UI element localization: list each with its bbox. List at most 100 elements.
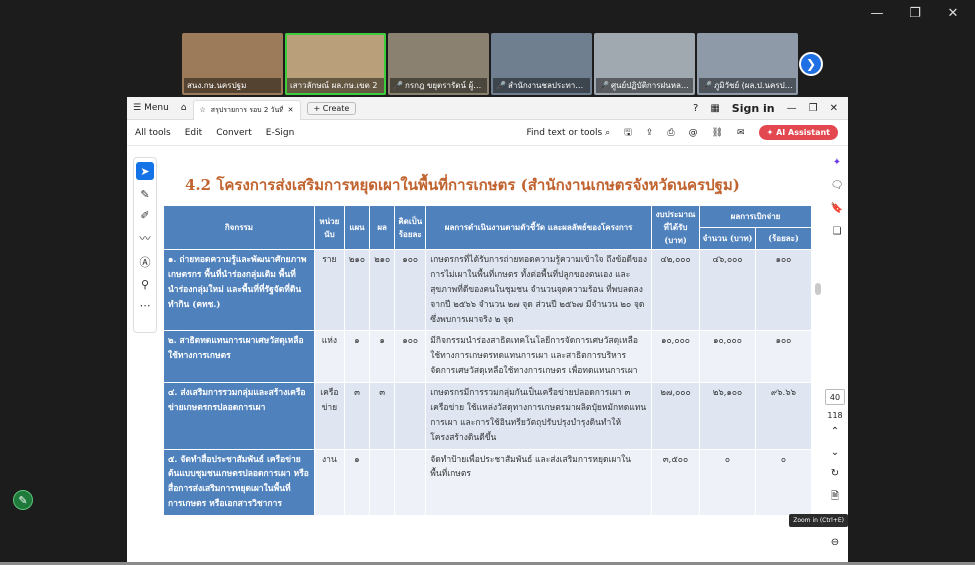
participant-tile[interactable]: สนง.กษ.นครปฐม bbox=[182, 33, 283, 95]
header-percent: คิดเป็นร้อยละ bbox=[394, 205, 427, 250]
acrobat-toolbar: All tools Edit Convert E-Sign Find text or … bbox=[127, 120, 848, 146]
close-icon[interactable]: ✕ bbox=[945, 6, 961, 21]
cell-activity: ๑. ถ่ายทอดความรู้และพัฒนาศักยภาพเกษตรกร … bbox=[163, 248, 315, 332]
participant-name: 🎤ศูนย์ปฏิบัติการฝนหลวงภ... bbox=[596, 78, 693, 93]
toolbar-menu-item[interactable]: Edit bbox=[185, 128, 202, 138]
cell-budget: ๔๒,๐๐๐ bbox=[651, 248, 701, 332]
chevron-down-icon[interactable]: ⌄ bbox=[831, 447, 839, 458]
save-icon[interactable]: 🖫 bbox=[624, 125, 632, 141]
menu-button[interactable]: ☰ Menu bbox=[127, 103, 175, 113]
cell-plan: ๑ bbox=[343, 448, 371, 516]
sign-in-button[interactable]: Sign in bbox=[732, 102, 775, 115]
find-label: Find text or tools bbox=[526, 127, 603, 138]
toolbar-menu-item[interactable]: E-Sign bbox=[266, 128, 295, 138]
participant-tile[interactable]: 🎤ศูนย์ปฏิบัติการฝนหลวงภ... bbox=[594, 33, 695, 95]
close-tab-icon[interactable]: ✕ bbox=[288, 106, 294, 114]
find-tools-search[interactable]: Find text or tools ⌕ bbox=[527, 128, 611, 138]
stamp-tool-icon[interactable]: ⚲ bbox=[141, 278, 149, 291]
zoom-out-icon[interactable]: ⊖ bbox=[831, 537, 839, 548]
cell-result: ๓ bbox=[369, 382, 396, 450]
cell-unit: งาน bbox=[313, 448, 345, 516]
pages-panel-icon[interactable]: ❏ bbox=[833, 226, 842, 237]
participant-tile[interactable]: เสาวลักษณ์ ผล.กษ.เขต 2 bbox=[285, 33, 386, 95]
document-title: 4.2 โครงการส่งเสริมการหยุดเผาในพื้นที่กา… bbox=[185, 176, 740, 194]
pen-icon: ✎ bbox=[18, 493, 28, 507]
hamburger-icon: ☰ bbox=[133, 103, 142, 113]
create-button[interactable]: + Create bbox=[306, 101, 357, 115]
restore-icon[interactable]: ❐ bbox=[809, 103, 818, 114]
chevron-up-icon[interactable]: ⌃ bbox=[831, 426, 839, 437]
share-icon[interactable]: @ bbox=[689, 128, 698, 138]
upload-icon[interactable]: ⇪ bbox=[646, 128, 654, 138]
more-tools-icon[interactable]: ⋯ bbox=[140, 299, 151, 312]
cell-outcome: มีกิจกรรมนำร่องสาธิตเทคโนโลยีการจัดการเศ… bbox=[425, 330, 653, 383]
minimize-icon[interactable]: — bbox=[869, 6, 885, 21]
home-icon: ⌂ bbox=[180, 103, 187, 113]
participant-name-text: กรกฎ ขยุตรารัตน์ ผู้ตรวจร... bbox=[404, 81, 487, 90]
document-tab[interactable]: ☆ สรุปรายการ รอบ 2 วันที่ 6 ตค... ✕ bbox=[192, 99, 301, 120]
cell-percent: ๑๐๐ bbox=[394, 248, 427, 332]
comment-tool-icon[interactable]: ✎ bbox=[140, 188, 149, 201]
help-icon[interactable]: ? bbox=[693, 103, 698, 114]
annotate-pen-button[interactable]: ✎ bbox=[13, 490, 33, 510]
participant-tile[interactable]: 🎤กรกฎ ขยุตรารัตน์ ผู้ตรวจร... bbox=[388, 33, 489, 95]
cell-amount: ๔๖,๐๐๐ bbox=[699, 248, 756, 332]
cell-plan: ๓ bbox=[343, 382, 371, 450]
highlight-tool-icon[interactable]: ✐ bbox=[140, 209, 149, 222]
cell-percent bbox=[394, 382, 427, 450]
scrollbar-thumb[interactable] bbox=[815, 283, 821, 295]
table-row: ๒. สาธิตทดแทนการเผาเศษวัสดุเหลือใช้ทางกา… bbox=[163, 330, 812, 383]
muted-mic-icon: 🎤 bbox=[702, 81, 712, 90]
cell-amount: ๒๖,๑๐๐ bbox=[699, 382, 756, 450]
toolbar-menu-item[interactable]: Convert bbox=[216, 128, 252, 138]
select-tool-icon[interactable]: ➤ bbox=[136, 162, 154, 180]
header-result: ผล bbox=[369, 205, 396, 250]
page-total: 118 bbox=[827, 411, 843, 420]
acrobat-titlebar: ☰ Menu ⌂ ☆ สรุปรายการ รอบ 2 วันที่ 6 ตค.… bbox=[127, 97, 848, 120]
cell-budget: ๑๐,๐๐๐ bbox=[651, 330, 701, 383]
home-button[interactable]: ⌂ bbox=[175, 103, 193, 113]
refresh-icon[interactable]: ↻ bbox=[831, 468, 839, 479]
window-controls: — ❐ ✕ bbox=[869, 6, 961, 21]
header-amount: จำนวน (บาท) bbox=[699, 227, 756, 250]
cell-plan: ๑ bbox=[343, 330, 371, 383]
link-icon[interactable]: ⛓ bbox=[712, 128, 723, 138]
muted-mic-icon: 🎤 bbox=[599, 81, 609, 90]
next-participants-button[interactable]: ❯ bbox=[799, 52, 823, 76]
shared-screen: ☰ Menu ⌂ ☆ สรุปรายการ รอบ 2 วันที่ 6 ตค.… bbox=[127, 97, 848, 563]
document-icon[interactable]: 🗎 bbox=[831, 489, 839, 506]
restore-icon[interactable]: ❐ bbox=[907, 6, 923, 21]
participant-name-text: เสาวลักษณ์ ผล.กษ.เขต 2 bbox=[290, 81, 378, 90]
apps-icon[interactable]: ▦ bbox=[710, 103, 719, 114]
participant-tile[interactable]: 🎤 ภูมิวัชย์ (ผล.ป.นครปฐม) bbox=[697, 33, 798, 95]
header-budget: งบประมาณที่ได้รับ (บาท) bbox=[651, 205, 701, 250]
toolbar-menu-item[interactable]: All tools bbox=[135, 128, 171, 138]
cell-activity: ๕. จัดทำสื่อประชาสัมพันธ์ เครือข่ายต้นแบ… bbox=[163, 448, 315, 516]
vertical-scrollbar[interactable] bbox=[814, 151, 822, 561]
mail-icon[interactable]: ✉ bbox=[737, 128, 745, 138]
print-icon[interactable]: ⎙ bbox=[667, 128, 674, 138]
header-plan: แผน bbox=[343, 205, 371, 250]
cell-amount: ๐ bbox=[699, 448, 756, 516]
ai-panel-icon[interactable]: ✦ bbox=[833, 157, 841, 168]
toolbar-menu: All tools Edit Convert E-Sign bbox=[127, 128, 294, 138]
cell-outcome: จัดทำป้ายเพื่อประชาสัมพันธ์ และส่งเสริมก… bbox=[425, 448, 653, 516]
menu-label: Menu bbox=[144, 103, 169, 113]
cell-result: ๒๑๐ bbox=[369, 248, 396, 332]
close-icon[interactable]: ✕ bbox=[830, 103, 838, 114]
cell-percent: ๑๐๐ bbox=[394, 330, 427, 383]
draw-tool-icon[interactable]: 〰 bbox=[140, 230, 151, 246]
participant-name: สนง.กษ.นครปฐม bbox=[184, 78, 281, 93]
star-icon[interactable]: ☆ bbox=[200, 106, 206, 114]
minimize-icon[interactable]: — bbox=[787, 103, 797, 114]
comments-panel-icon[interactable]: 🗨 bbox=[831, 180, 844, 191]
participant-name: 🎤 สำนักงานชลประทานที่11 bbox=[493, 78, 590, 93]
page-number-input[interactable]: 40 bbox=[825, 389, 845, 405]
cell-activity: ๒. สาธิตทดแทนการเผาเศษวัสดุเหลือใช้ทางกา… bbox=[163, 330, 315, 383]
participant-tile[interactable]: 🎤 สำนักงานชลประทานที่11 bbox=[491, 33, 592, 95]
ai-assistant-button[interactable]: ✦ AI Assistant bbox=[758, 125, 838, 140]
cell-pct: ๐ bbox=[754, 448, 812, 516]
bookmarks-panel-icon[interactable]: 🔖 bbox=[831, 203, 843, 214]
participant-strip: สนง.กษ.นครปฐม เสาวลักษณ์ ผล.กษ.เขต 2 🎤 กรกฎ… bbox=[182, 33, 798, 95]
text-tool-icon[interactable]: Ⓐ bbox=[140, 254, 151, 270]
